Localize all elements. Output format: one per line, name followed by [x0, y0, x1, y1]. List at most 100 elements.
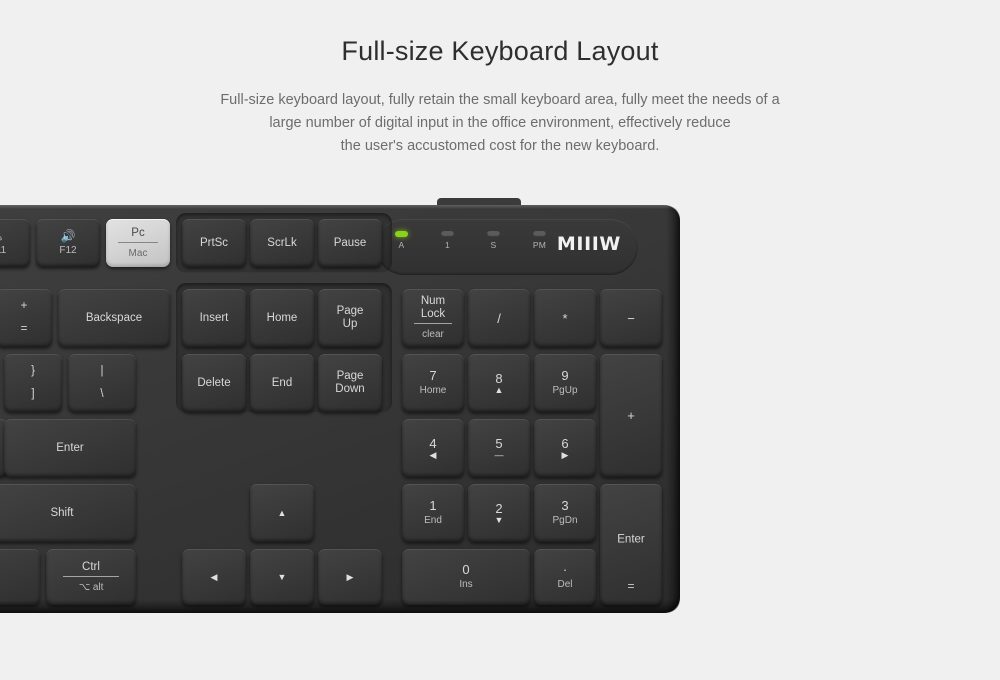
- key-end[interactable]: End: [250, 354, 314, 412]
- key-num8-digit: 8: [495, 370, 503, 386]
- key-num0-function: Ins: [459, 579, 473, 590]
- key-numpad-9[interactable]: 9 PgUp: [534, 354, 596, 412]
- led-label-1: 1: [444, 240, 451, 250]
- key-arrow-up[interactable]: ▲: [250, 484, 314, 542]
- key-numpad-5[interactable]: 5 —: [468, 419, 530, 477]
- led-indicator-1: 1: [436, 231, 459, 250]
- key-numlock-line2: Lock: [420, 308, 446, 320]
- key-insert-label: Insert: [199, 311, 229, 324]
- key-decimal-label: ·: [562, 562, 568, 577]
- keyboard-top-highlight: [0, 205, 680, 209]
- key-backspace[interactable]: Backspace: [58, 289, 170, 347]
- volume-down-icon: 🔈: [0, 230, 5, 242]
- key-multiply-label: *: [562, 310, 568, 326]
- key-numpad-4[interactable]: 4 ◀: [402, 419, 464, 477]
- led-indicator-group: A 1 S PM: [390, 231, 551, 250]
- key-num7-function: Home: [419, 385, 447, 396]
- key-bracket-label: ]: [31, 388, 35, 400]
- key-num2-digit: 2: [495, 500, 503, 516]
- subtitle-line-2: large number of digital input in the off…: [269, 115, 731, 131]
- arrow-up-icon: ▲: [277, 508, 287, 518]
- key-equal-plus[interactable]: + =: [0, 289, 52, 347]
- key-ctrl-right[interactable]: Ctrl ⌥ alt: [46, 549, 136, 605]
- volume-up-icon: 🔊: [60, 228, 76, 243]
- key-pc-mac-switch[interactable]: Pc Mac: [106, 219, 170, 267]
- key-arrow-right[interactable]: ▶: [318, 549, 382, 605]
- key-num4-digit: 4: [429, 435, 437, 451]
- key-minus-label: −: [627, 310, 635, 326]
- arrow-right-icon: ▶: [346, 572, 354, 582]
- key-ctrl-label: Ctrl: [82, 560, 100, 573]
- key-f11-label: F11: [0, 244, 7, 256]
- key-pagedown-line1: Page: [336, 370, 364, 382]
- arrow-right-icon: ▶: [561, 449, 569, 460]
- key-home-label: Home: [266, 311, 298, 324]
- key-numpad-enter-label: Enter: [617, 533, 645, 546]
- keyboard-clip: A 1 S PM MIIIW 1 🔊 F12 Pc Mac + = Backsp…: [0, 205, 680, 613]
- keyboard-product-image: A 1 S PM MIIIW 1 🔊 F12 Pc Mac + = Backsp…: [0, 198, 690, 615]
- key-home[interactable]: Home: [250, 289, 314, 347]
- arrow-left-icon: ◀: [210, 572, 218, 582]
- led-label-pm: PM: [532, 240, 547, 250]
- key-numpad-0[interactable]: 0 Ins: [402, 549, 530, 605]
- key-numpad-8[interactable]: 8 ▲: [468, 354, 530, 412]
- key-bracket-right[interactable]: } ]: [4, 354, 62, 412]
- key-shift-right[interactable]: Shift: [0, 484, 136, 542]
- key-num9-function: PgUp: [552, 385, 578, 396]
- key-arrow-down[interactable]: ▼: [250, 549, 314, 605]
- key-numpad-1[interactable]: 1 End: [402, 484, 464, 542]
- key-numpad-decimal[interactable]: · Del: [534, 549, 596, 605]
- key-scrlk-label: ScrLk: [267, 236, 297, 249]
- key-pageup-line1: Page: [336, 305, 364, 317]
- key-plus-label: +: [627, 408, 635, 423]
- key-numpad-enter[interactable]: Enter =: [600, 484, 662, 605]
- key-num0-digit: 0: [462, 562, 470, 577]
- key-divider: [413, 323, 453, 324]
- key-num3-function: PgDn: [552, 515, 578, 526]
- key-print-screen[interactable]: PrtSc: [182, 219, 246, 267]
- key-page-up[interactable]: Page Up: [318, 289, 382, 347]
- key-divider: [118, 241, 158, 243]
- key-numpad-divide[interactable]: /: [468, 289, 530, 347]
- key-backslash-label: \: [100, 388, 104, 400]
- key-pause[interactable]: Pause: [318, 219, 382, 267]
- key-equal-label: =: [20, 323, 28, 335]
- led-label-a: A: [398, 240, 405, 250]
- key-backslash[interactable]: | \: [68, 354, 136, 412]
- key-backspace-label: Backspace: [85, 311, 143, 324]
- key-f11[interactable]: 🔈 F11: [0, 219, 30, 267]
- arrow-down-icon: ▼: [494, 514, 504, 525]
- key-numpad-7[interactable]: 7 Home: [402, 354, 464, 412]
- key-numpad-2[interactable]: 2 ▼: [468, 484, 530, 542]
- key-numpad-6[interactable]: 6 ▶: [534, 419, 596, 477]
- key-numpad-3[interactable]: 3 PgDn: [534, 484, 596, 542]
- key-page-down[interactable]: Page Down: [318, 354, 382, 412]
- key-delete[interactable]: Delete: [182, 354, 246, 412]
- key-mac-label: Mac: [128, 247, 148, 259]
- key-delete-label: Delete: [197, 376, 231, 389]
- key-numpad-multiply[interactable]: *: [534, 289, 596, 347]
- keyboard-body: A 1 S PM MIIIW 1 🔊 F12 Pc Mac + = Backsp…: [0, 205, 680, 613]
- key-numlock-line1: Num: [420, 295, 446, 307]
- key-arrow-left[interactable]: ◀: [182, 549, 246, 605]
- num-lock-led-icon: [441, 231, 454, 237]
- subtitle-line-1: Full-size keyboard layout, fully retain …: [220, 92, 780, 108]
- key-prtsc-label: PrtSc: [199, 236, 229, 249]
- key-plus-label: +: [20, 300, 28, 312]
- header: Full-size Keyboard Layout Full-size keyb…: [0, 0, 1000, 158]
- key-numpad-plus[interactable]: +: [600, 354, 662, 477]
- key-insert[interactable]: Insert: [182, 289, 246, 347]
- key-pipe-label: |: [100, 365, 104, 377]
- arrow-up-icon: ▲: [494, 384, 504, 395]
- status-indicator-strip: A 1 S PM MIIIW: [376, 219, 638, 275]
- led-indicator-s: S: [482, 231, 505, 250]
- key-scroll-lock[interactable]: ScrLk: [250, 219, 314, 267]
- key-menu[interactable]: [0, 549, 40, 605]
- key-alt-label: ⌥ alt: [78, 581, 104, 593]
- key-f12-label: F12: [59, 244, 77, 256]
- key-num-lock[interactable]: Num Lock clear: [402, 289, 464, 347]
- key-num1-function: End: [424, 515, 442, 526]
- key-enter[interactable]: Enter: [4, 419, 136, 477]
- key-f12[interactable]: 🔊 F12: [36, 219, 100, 267]
- key-numpad-minus[interactable]: −: [600, 289, 662, 347]
